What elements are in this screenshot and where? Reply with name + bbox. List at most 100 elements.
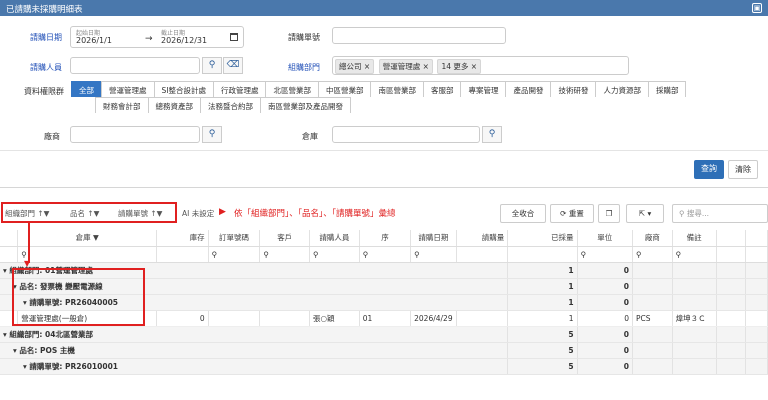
cell: 0 xyxy=(156,310,209,327)
dept-tag[interactable]: 14 更多 × xyxy=(437,59,482,74)
group-qty: 5 xyxy=(507,326,578,343)
search-icon[interactable]: ⚲ xyxy=(410,246,457,263)
group-qty: 5 xyxy=(507,342,578,359)
group-chip-reqno[interactable]: 請購單號 ↑▼ xyxy=(118,208,162,219)
col-header[interactable]: 請購量 xyxy=(456,230,509,247)
col-header[interactable]: 請購日期 xyxy=(410,230,457,247)
scope-tab[interactable]: 總務資產部 xyxy=(147,97,201,113)
scope-tab[interactable]: SI整合設計處 xyxy=(153,81,214,97)
search-icon[interactable]: ⚲ xyxy=(632,246,673,263)
clear-icon[interactable]: ⌫ xyxy=(223,57,243,74)
search-icon[interactable]: ⚲ xyxy=(17,246,158,263)
col-header[interactable]: 廠商 xyxy=(632,230,673,247)
arrow-icon: ▶ xyxy=(219,207,226,217)
cell xyxy=(716,310,747,327)
group-label: ▾ 品名: POS 主機 xyxy=(0,342,509,359)
export-icon[interactable]: ⇱ ▾ xyxy=(626,204,664,223)
search-icon[interactable]: ⚲ xyxy=(202,126,222,143)
scope-tab[interactable]: 南區營業部及產品開發 xyxy=(260,97,351,113)
req-no-label: 請購單號 xyxy=(288,33,320,42)
cell: 煒坤３Ｃ xyxy=(672,310,717,327)
search-icon[interactable]: ⚲ xyxy=(577,246,633,263)
vendor-input[interactable] xyxy=(70,126,200,143)
requester-label: 請購人員 xyxy=(30,63,62,72)
divider xyxy=(0,150,768,151)
warehouse-label: 倉庫 xyxy=(302,132,318,141)
dept-tag[interactable]: 總公司 × xyxy=(335,59,375,74)
cell xyxy=(208,310,261,327)
scope-tabs: 全部 營運管理處 SI整合設計處 行政管理處 北區營業部 中區營業部 南區營業部… xyxy=(71,81,731,113)
search-icon[interactable]: ⚲ xyxy=(672,246,717,263)
scope-tab[interactable]: 北區營業部 xyxy=(265,81,319,97)
scope-tab[interactable]: 客服部 xyxy=(422,81,462,97)
col-header[interactable]: 單位 xyxy=(577,230,633,247)
minimize-icon[interactable]: ▣ xyxy=(752,3,762,13)
group-label: ▾ 請購單號: PR26010001 xyxy=(0,358,509,375)
col-header[interactable]: 庫存 xyxy=(156,230,209,247)
search-icon[interactable]: ⚲ xyxy=(359,246,412,263)
col-header[interactable]: 訂單號碼 xyxy=(208,230,261,247)
scope-tab[interactable]: 人力資源部 xyxy=(595,81,649,97)
filter-row: ⚲ ⚲ ⚲ ⚲ ⚲ ⚲ ⚲ ⚲ ⚲ xyxy=(0,246,768,263)
scope-tab[interactable]: 財務會計部 xyxy=(95,97,149,113)
search-icon[interactable]: ⚲ xyxy=(208,246,261,263)
requester-input[interactable] xyxy=(70,57,200,74)
group-qty: 1 xyxy=(507,294,578,311)
group-label: ▾ 組織部門: 04北區營業部 xyxy=(0,326,509,343)
dept-tag[interactable]: 營運管理處 × xyxy=(378,59,433,74)
col-header[interactable]: 客戶 xyxy=(259,230,310,247)
date-start-value: 2026/1/1 xyxy=(76,36,112,45)
search-icon[interactable]: ⚲ xyxy=(202,57,222,74)
col-header[interactable]: 序 xyxy=(359,230,412,247)
window-title: 已請購未採購明細表 xyxy=(6,5,83,15)
group-row[interactable]: ▾ 請購單號: PR26010001 5 0 xyxy=(0,358,768,375)
grid-header: 倉庫 ▼ 庫存 訂單號碼 客戶 請購人員 序 請購日期 請購量 已採量 單位 廠… xyxy=(0,230,768,247)
scope-tab[interactable]: 專案管理 xyxy=(460,81,507,97)
cell: 2026/4/29 xyxy=(410,310,457,327)
collapse-all-button[interactable]: 全收合 xyxy=(500,204,546,223)
query-button[interactable]: 查詢 xyxy=(694,160,724,179)
group-row[interactable]: ▾ 品名: POS 主機 5 0 xyxy=(0,342,768,359)
divider xyxy=(0,187,768,188)
group-row[interactable]: ▾ 組織部門: 04北區營業部 5 0 xyxy=(0,326,768,343)
scope-tab[interactable]: 技術研發 xyxy=(550,81,597,97)
col-header[interactable]: 倉庫 ▼ xyxy=(17,230,158,247)
grid-search-input[interactable]: ⚲ 搜尋... xyxy=(672,204,768,223)
group-chip-item[interactable]: 品名 ↑▼ xyxy=(70,208,99,219)
col-header[interactable]: 請購人員 xyxy=(309,230,360,247)
reset-button[interactable]: ⟳ 重置 xyxy=(550,204,594,223)
scope-tab[interactable]: 南區營業部 xyxy=(370,81,424,97)
scope-tab[interactable]: 採購部 xyxy=(647,81,687,97)
search-icon[interactable]: ⚲ xyxy=(482,126,502,143)
group-bought: 0 xyxy=(577,278,633,295)
calendar-icon[interactable] xyxy=(230,33,238,41)
group-bought: 0 xyxy=(577,326,633,343)
group-bought: 0 xyxy=(577,294,633,311)
col-header[interactable]: 已採量 xyxy=(507,230,578,247)
search-icon[interactable]: ⚲ xyxy=(309,246,360,263)
scope-tab[interactable]: 營運管理處 xyxy=(101,81,155,97)
group-bought: 0 xyxy=(577,358,633,375)
scope-tab[interactable]: 中區營業部 xyxy=(317,81,372,97)
req-no-input[interactable] xyxy=(332,27,506,44)
date-range-input[interactable]: 起始日期 2026/1/1 → 截止日期 2026/12/31 xyxy=(70,26,244,48)
copy-icon[interactable]: ❐ xyxy=(598,204,620,223)
clear-button[interactable]: 清除 xyxy=(728,160,758,179)
search-icon[interactable]: ⚲ xyxy=(259,246,310,263)
group-chip-dept[interactable]: 組織部門 ↑▼ xyxy=(5,208,49,219)
scope-tab[interactable]: 法務暨合約部 xyxy=(200,97,261,113)
date-arrow-icon: → xyxy=(145,34,153,44)
scope-tab[interactable]: 全部 xyxy=(71,81,102,97)
scope-tab[interactable]: 行政管理處 xyxy=(212,81,267,97)
arrow-down-icon: ▼ xyxy=(24,259,31,268)
scope-tab[interactable]: 產品開發 xyxy=(505,81,552,97)
vendor-label: 廠商 xyxy=(44,132,60,141)
dept-multiselect[interactable]: 總公司 × 營運管理處 × 14 更多 × xyxy=(332,56,629,75)
group-bought: 0 xyxy=(577,262,633,279)
col-header[interactable]: 備註 xyxy=(672,230,717,247)
dept-label: 組購部門 xyxy=(288,63,320,72)
ai-status: AI 未設定 xyxy=(182,209,215,218)
cell xyxy=(745,310,768,327)
warehouse-input[interactable] xyxy=(332,126,480,143)
group-bought: 0 xyxy=(577,342,633,359)
